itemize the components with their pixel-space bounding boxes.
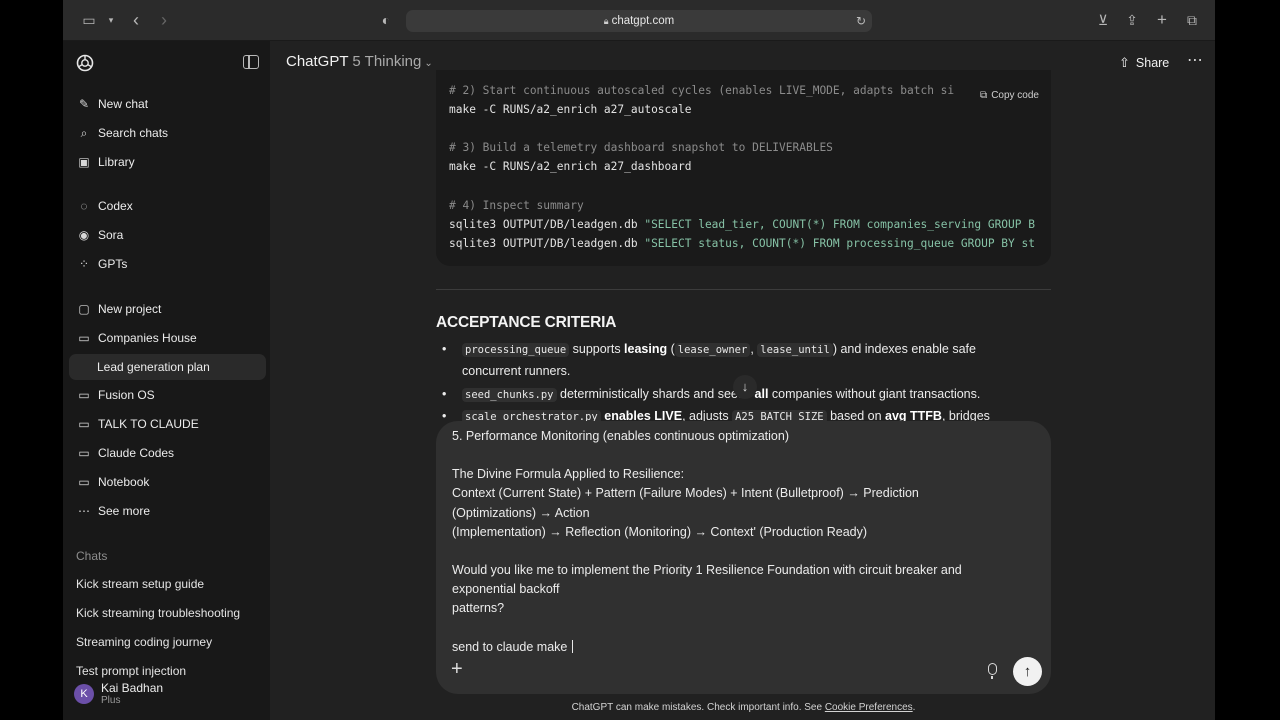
new-chat-button[interactable]: ✎ New chat	[69, 91, 266, 117]
tab-overview-icon[interactable]: ⧉	[1182, 11, 1202, 29]
composer-text-line: patterns?	[452, 601, 505, 615]
chat-item[interactable]: Kick stream setup guide	[76, 577, 204, 591]
search-chats-button[interactable]: ⌕ Search chats	[69, 120, 266, 146]
avatar: K	[74, 684, 94, 704]
cookie-preferences-link[interactable]: Cookie Preferences	[825, 702, 913, 713]
sidebar-item-codex[interactable]: ◌ Codex	[69, 193, 266, 219]
sidebar-item-gpts[interactable]: ⁘ GPTs	[69, 251, 266, 277]
codex-icon: ◌	[80, 199, 88, 213]
disclaimer-footer: ChatGPT can make mistakes. Check importa…	[571, 702, 916, 713]
code-line: sqlite3 OUTPUT/DB/leadgen.db "SELECT lea…	[449, 218, 1035, 231]
microphone-icon[interactable]	[988, 663, 997, 679]
library-button[interactable]: ▣ Library	[69, 149, 266, 175]
download-icon[interactable]: ⊻	[1093, 11, 1113, 29]
new-project-button[interactable]: ▢ New project	[69, 296, 266, 322]
copy-icon: ⧉	[980, 90, 988, 101]
chevron-down-icon: ⌄	[424, 58, 433, 69]
composer-input-line[interactable]: send to claude make	[452, 640, 573, 654]
model-selector[interactable]: ChatGPT 5 Thinking ⌄	[286, 53, 433, 70]
scroll-to-bottom-button[interactable]: ↓	[733, 375, 757, 399]
user-plan: Plus	[101, 695, 121, 706]
search-icon: ⌕	[80, 125, 88, 140]
gpts-icon: ⁘	[78, 257, 90, 271]
list-item: processing_queue supports leasing (lease…	[442, 342, 976, 357]
composer-text-line: Context (Current State) + Pattern (Failu…	[452, 486, 919, 500]
ellipsis-icon: ⋯	[78, 504, 90, 518]
folder-icon: ▭	[78, 446, 90, 460]
edit-icon: ✎	[78, 97, 90, 111]
new-tab-icon[interactable]: +	[1152, 11, 1172, 29]
folder-icon: ▭	[78, 331, 90, 345]
sidebar-toggle-icon[interactable]: ▭	[79, 11, 99, 29]
see-more-button[interactable]: ⋯ See more	[69, 498, 266, 524]
project-chat-lead-generation-plan[interactable]: Lead generation plan	[69, 354, 266, 380]
code-line: # 3) Build a telemetry dashboard snapsho…	[449, 141, 833, 154]
close-sidebar-icon[interactable]	[243, 55, 259, 69]
send-button[interactable]: ↑	[1013, 657, 1042, 686]
project-claude-codes[interactable]: ▭ Claude Codes	[69, 440, 266, 466]
section-heading: ACCEPTANCE CRITERIA	[436, 314, 617, 331]
share-icon: ⇧	[1119, 55, 1130, 70]
share-button[interactable]: ⇧ Share	[1119, 55, 1169, 71]
code-line: # 2) Start continuous autoscaled cycles …	[449, 84, 955, 97]
chat-item[interactable]: Test prompt injection	[76, 664, 186, 678]
user-name: Kai Badhan	[101, 681, 164, 695]
folder-icon: ▭	[78, 475, 90, 489]
more-options-icon[interactable]: ⋯	[1187, 50, 1204, 70]
chats-section-label: Chats	[76, 549, 108, 563]
composer-text-line: The Divine Formula Applied to Resilience…	[452, 467, 685, 481]
forward-icon[interactable]: ›	[154, 11, 174, 29]
sidebar: ✎ New chat ⌕ Search chats ▣ Library ◌ Codex …	[63, 41, 270, 720]
chat-item[interactable]: Streaming coding journey	[76, 635, 212, 649]
folder-plus-icon: ▢	[78, 302, 90, 316]
reload-icon[interactable]: ↻	[856, 10, 866, 32]
list-item-continued: concurrent runners.	[462, 364, 571, 378]
list-item: seed_chunks.py deterministically shards …	[442, 387, 980, 402]
browser-toolbar: ▭ ▾ ‹ › ◐ 🔒︎ chatgpt.com ↻ ⊻ ⇪ + ⧉	[63, 0, 1215, 41]
browser-window: ▭ ▾ ‹ › ◐ 🔒︎ chatgpt.com ↻ ⊻ ⇪ + ⧉ ✎ New c…	[63, 0, 1215, 720]
shield-icon[interactable]: ◐	[376, 11, 396, 29]
folder-icon: ▭	[78, 388, 90, 402]
user-menu[interactable]: K Kai Badhan Plus	[74, 682, 163, 706]
project-companies-house[interactable]: ▭ Companies House	[69, 325, 266, 351]
address-bar[interactable]: 🔒︎ chatgpt.com ↻	[406, 10, 872, 32]
code-block: # 2) Start continuous autoscaled cycles …	[436, 70, 1051, 266]
project-fusion-os[interactable]: ▭ Fusion OS	[69, 382, 266, 408]
divider	[436, 289, 1051, 290]
code-line: sqlite3 OUTPUT/DB/leadgen.db "SELECT sta…	[449, 237, 1035, 250]
text-caret	[571, 640, 573, 653]
project-talk-to-claude[interactable]: ▭ TALK TO CLAUDE	[69, 411, 266, 437]
url-text: chatgpt.com	[611, 15, 675, 27]
chevron-down-icon[interactable]: ▾	[101, 11, 121, 29]
library-icon: ▣	[78, 155, 90, 169]
chat-item[interactable]: Kick streaming troubleshooting	[76, 606, 240, 620]
composer-text-line: (Optimizations) → Action	[452, 506, 590, 520]
model-name: 5 Thinking	[352, 53, 422, 70]
share-sheet-icon[interactable]: ⇪	[1122, 11, 1142, 29]
message-composer[interactable]: 5. Performance Monitoring (enables conti…	[436, 421, 1051, 694]
add-attachment-icon[interactable]: +	[451, 659, 463, 679]
back-icon[interactable]: ‹	[126, 11, 146, 29]
composer-text-line: (Implementation) → Reflection (Monitorin…	[452, 525, 868, 539]
lock-icon: 🔒︎	[603, 16, 609, 26]
folder-icon: ▭	[78, 417, 90, 431]
arrow-down-icon: ↓	[741, 379, 749, 394]
code-line: make -C RUNS/a2_enrich a27_dashboard	[449, 160, 692, 173]
sidebar-item-sora[interactable]: ◉ Sora	[69, 222, 266, 248]
project-notebook[interactable]: ▭ Notebook	[69, 469, 266, 495]
code-line: make -C RUNS/a2_enrich a27_autoscale	[449, 103, 692, 116]
sora-icon: ◉	[78, 228, 90, 242]
copy-code-button[interactable]: ⧉ Copy code	[972, 88, 1051, 103]
code-line: # 4) Inspect summary	[449, 199, 584, 212]
composer-text-line: Would you like me to implement the Prior…	[452, 563, 962, 577]
app-title: ChatGPT	[286, 53, 349, 70]
composer-text-line: exponential backoff	[452, 582, 560, 596]
arrow-up-icon: ↑	[1023, 663, 1032, 680]
composer-text-line: 5. Performance Monitoring (enables conti…	[452, 429, 789, 443]
chatgpt-logo-icon[interactable]	[75, 53, 95, 73]
